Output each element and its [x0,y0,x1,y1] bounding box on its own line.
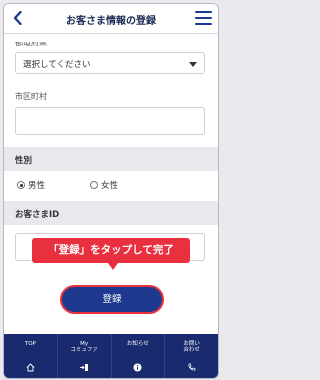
home-icon [25,362,35,372]
register-button[interactable]: 登録 [60,285,164,314]
page-title: お客さま情報の登録 [66,16,156,27]
phone-frame: お客さま情報の登録 都道府県 選択してください 市区町村 性別 男性 女性 お客… [3,3,219,379]
tab-label: My コミュファ [70,341,98,354]
city-input[interactable] [15,107,205,135]
app-header: お客さま情報の登録 [4,4,218,34]
back-button[interactable] [9,9,25,27]
gender-label-male: 男性 [28,181,46,191]
customer-id-section-label: お客さまID [15,210,60,220]
phone-icon [187,362,197,372]
city-label: 市区町村 [15,92,47,101]
hamburger-menu-button[interactable] [195,11,212,25]
tab-label: お問い 合わせ [183,341,200,354]
tab-label: お知らせ [126,341,149,347]
select-value: 選択してください [23,60,91,70]
tab-top[interactable]: TOP [4,334,58,378]
gender-radio-female[interactable]: 女性 [90,179,118,191]
customer-id-section-header: お客さまID [4,201,218,225]
login-icon [79,362,89,372]
info-icon [133,362,143,372]
gender-section-header: 性別 [4,147,218,171]
gender-label-female: 女性 [101,181,119,191]
bottom-tab-bar: TOP My コミュファ お知らせ お問い 合わせ [4,334,218,378]
caret-down-icon [189,62,197,67]
prefecture-label: 都道府県 [15,38,47,47]
tab-notifications[interactable]: お知らせ [112,334,166,378]
gender-radio-male[interactable]: 男性 [17,179,45,191]
tab-contact[interactable]: お問い 合わせ [165,334,218,378]
radio-unchecked-icon [90,181,98,189]
tab-label: TOP [24,341,36,347]
hamburger-icon [195,11,212,13]
chevron-left-icon [13,11,22,25]
gender-section-label: 性別 [15,156,33,166]
radio-checked-icon [17,181,25,189]
tab-my-commufa[interactable]: My コミュファ [58,334,112,378]
instruction-tooltip: 「登録」をタップして完了 [31,237,191,270]
prefecture-select[interactable]: 選択してください [15,52,205,74]
